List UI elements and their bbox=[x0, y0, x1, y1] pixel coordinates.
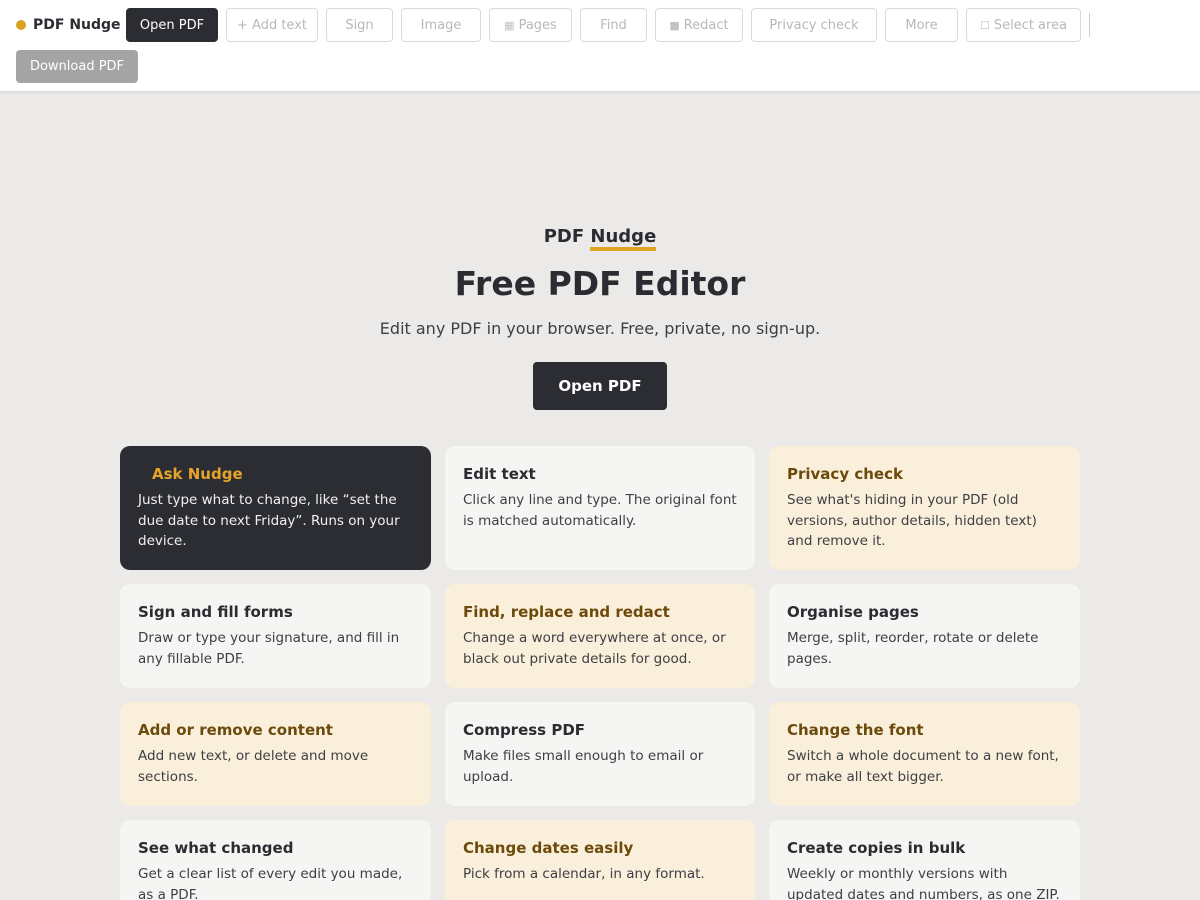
feature-desc: Merge, split, reorder, rotate or delete … bbox=[787, 630, 1039, 667]
feature-desc: Change a word everywhere at once, or bla… bbox=[463, 630, 726, 667]
find-label: Find bbox=[600, 17, 627, 33]
feature-card-compress[interactable]: Compress PDF Make files small enough to … bbox=[445, 702, 755, 806]
feature-title: Create copies in bulk bbox=[787, 839, 966, 857]
toolbar: PDF Nudge Open PDF + Add text Sign Image… bbox=[0, 0, 1200, 92]
privacy-check-label: Privacy check bbox=[769, 17, 859, 33]
feature-title: Change dates easily bbox=[463, 839, 634, 857]
more-label: More bbox=[905, 17, 938, 33]
select-area-label: Select area bbox=[993, 17, 1068, 33]
feature-desc: Get a clear list of every edit you made,… bbox=[138, 866, 403, 900]
more-button[interactable]: More bbox=[885, 8, 958, 42]
feature-title: See what changed bbox=[138, 839, 294, 857]
feature-title: Privacy check bbox=[787, 465, 903, 483]
feature-card-change-font[interactable]: Change the font Switch a whole document … bbox=[769, 702, 1080, 806]
feature-card-sign-fill[interactable]: Sign and fill forms Draw or type your si… bbox=[120, 584, 431, 688]
feature-card-see-what-changed[interactable]: See what changed Get a clear list of eve… bbox=[120, 820, 431, 900]
feature-card-edit-text[interactable]: Edit text Click any line and type. The o… bbox=[445, 446, 755, 570]
image-button[interactable]: Image bbox=[401, 8, 481, 42]
feature-desc: Make files small enough to email or uplo… bbox=[463, 748, 704, 785]
feature-title: Add or remove content bbox=[138, 721, 333, 739]
hero-open-pdf-label: Open PDF bbox=[558, 377, 642, 395]
open-pdf-label: Open PDF bbox=[139, 17, 205, 33]
feature-card-privacy-check[interactable]: Privacy check See what's hiding in your … bbox=[769, 446, 1080, 570]
sign-button[interactable]: Sign bbox=[326, 8, 393, 42]
select-area-button[interactable]: ☐ Select area bbox=[966, 8, 1081, 42]
download-pdf-button[interactable]: Download PDF bbox=[16, 50, 138, 83]
grid-icon: ▦ bbox=[504, 18, 515, 32]
feature-card-change-dates[interactable]: Change dates easily Pick from a calendar… bbox=[445, 820, 755, 900]
hero-brand-accent: Nudge bbox=[590, 226, 657, 251]
feature-title: Edit text bbox=[463, 465, 536, 483]
feature-desc: Weekly or monthly versions with updated … bbox=[787, 866, 1060, 900]
privacy-check-button[interactable]: Privacy check bbox=[751, 8, 877, 42]
feature-card-add-remove-content[interactable]: Add or remove content Add new text, or d… bbox=[120, 702, 431, 806]
pages-button[interactable]: ▦ Pages bbox=[489, 8, 572, 42]
find-button[interactable]: Find bbox=[580, 8, 647, 42]
feature-grid: Ask Nudge Just type what to change, like… bbox=[120, 446, 1080, 900]
feature-card-ask-nudge[interactable]: Ask Nudge Just type what to change, like… bbox=[120, 446, 431, 570]
toolbar-divider bbox=[1089, 13, 1090, 37]
redact-button[interactable]: ■ Redact bbox=[655, 8, 743, 42]
open-pdf-button[interactable]: Open PDF bbox=[126, 8, 218, 42]
feature-desc: Add new text, or delete and move section… bbox=[138, 748, 369, 785]
page-subtitle: Edit any PDF in your browser. Free, priv… bbox=[379, 319, 821, 338]
page-title: Free PDF Editor bbox=[454, 264, 746, 303]
feature-card-bulk-copies[interactable]: Create copies in bulk Weekly or monthly … bbox=[769, 820, 1080, 900]
feature-card-organise-pages[interactable]: Organise pages Merge, split, reorder, ro… bbox=[769, 584, 1080, 688]
feature-desc: Pick from a calendar, in any format. bbox=[463, 866, 705, 882]
feature-title: Sign and fill forms bbox=[138, 603, 293, 621]
feature-card-find-replace-redact[interactable]: Find, replace and redact Change a word e… bbox=[445, 584, 755, 688]
feature-desc: Draw or type your signature, and fill in… bbox=[138, 630, 400, 667]
hero-open-pdf-button[interactable]: Open PDF bbox=[533, 362, 667, 410]
redact-label: Redact bbox=[683, 17, 729, 33]
square-outline-icon: ☐ bbox=[979, 18, 990, 32]
feature-title: Ask Nudge bbox=[152, 465, 243, 483]
sign-label: Sign bbox=[345, 17, 374, 33]
image-label: Image bbox=[420, 17, 462, 33]
feature-desc: Just type what to change, like “set the … bbox=[138, 492, 400, 549]
toolbar-buttons: Open PDF + Add text Sign Image ▦ Pages F… bbox=[126, 8, 1090, 42]
feature-desc: Switch a whole document to a new font, o… bbox=[787, 748, 1059, 785]
feature-title: Change the font bbox=[787, 721, 924, 739]
brand[interactable]: PDF Nudge bbox=[16, 8, 121, 42]
hero-brand-prefix: PDF bbox=[543, 226, 585, 247]
feature-desc: See what's hiding in your PDF (old versi… bbox=[787, 492, 1037, 549]
hero-brand: PDF Nudge bbox=[0, 226, 1200, 251]
add-text-button[interactable]: + Add text bbox=[226, 8, 318, 42]
feature-desc: Click any line and type. The original fo… bbox=[463, 492, 737, 529]
feature-title: Find, replace and redact bbox=[463, 603, 670, 621]
feature-title: Compress PDF bbox=[463, 721, 586, 739]
download-pdf-label: Download PDF bbox=[29, 59, 125, 74]
square-filled-icon: ■ bbox=[669, 18, 680, 32]
brand-name: PDF Nudge bbox=[33, 17, 121, 33]
feature-title: Organise pages bbox=[787, 603, 919, 621]
brand-dot-icon bbox=[16, 20, 26, 30]
pages-label: Pages bbox=[518, 17, 557, 33]
add-text-label: + Add text bbox=[237, 17, 307, 33]
